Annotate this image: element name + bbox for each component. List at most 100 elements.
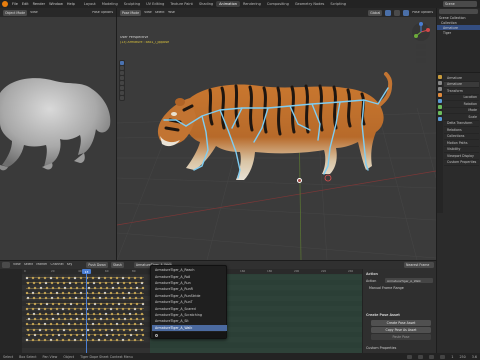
snap-toggle[interactable] [385,9,392,16]
action-option[interactable]: ArmatureTiger_A_Roll [152,273,227,279]
data-tab-icon[interactable] [438,105,442,109]
physics-tab-icon[interactable] [438,117,442,121]
left-mode-label: Object Mode [5,10,26,15]
action-option[interactable]: ArmatureTiger_A_Sit [152,318,227,324]
measure-tool-icon[interactable] [120,96,124,100]
outliner-row-label: Tiger [443,30,452,35]
hold-bar [26,298,144,299]
tab-scripting[interactable]: Scripting [327,1,349,7]
play-reverse-icon[interactable] [418,354,424,359]
action-option[interactable]: ArmatureTiger_A_Run [152,280,227,286]
left-mode-menu[interactable]: Object Mode [3,9,28,16]
render-tab-icon[interactable] [438,81,442,85]
menu-help[interactable]: Help [65,2,77,6]
action-search-input[interactable] [153,332,226,338]
create-pose-asset-button[interactable]: Create Pose Asset [371,320,431,326]
tiger-armature-model[interactable] [150,70,395,190]
tab-sculpting[interactable]: Sculpting [121,1,143,7]
camera-viewport[interactable]: Object Mode View Pose Options [0,8,116,260]
end-frame[interactable]: 250 [459,355,465,359]
tab-shading[interactable]: Shading [196,1,216,7]
shading-material-button[interactable] [403,9,410,16]
stash-label: Stash [112,263,122,267]
left-viewport-header: Object Mode View Pose Options [0,8,116,17]
scale-tool-icon[interactable] [120,81,124,85]
scene-selector[interactable]: Scene [443,1,477,7]
stash-button[interactable]: Stash [110,262,124,268]
play-icon[interactable] [429,354,435,359]
tab-uv-editing[interactable]: UV Editing [143,1,167,7]
hold-bar [26,277,144,278]
status-bar: Select Box Select Pan View Object Tiger … [0,353,480,360]
playhead[interactable] [86,269,87,353]
select-tool-icon[interactable] [120,61,124,65]
outliner-panel: Scene Collection Collection Armature Tig… [437,8,480,72]
ds-key-menu[interactable]: Key [67,263,73,266]
constraints-tab-icon[interactable] [438,99,442,103]
action-option[interactable]: ArmatureTiger_A_Reach [152,267,227,273]
output-tab-icon[interactable] [438,87,442,91]
paste-pose-button[interactable]: Paste Pose [371,334,431,340]
action-option[interactable]: ArmatureTiger_A_RunT [152,299,227,305]
ds-channel-menu[interactable]: Channel [50,263,63,266]
current-frame-indicator[interactable]: 13 [82,269,91,274]
left-pose-options[interactable]: Pose Options [92,11,113,14]
manual-frame-range-checkbox[interactable]: Manual Frame Range [369,286,404,290]
ruler-tick-label: 80 [132,270,136,273]
action-option[interactable]: ArmatureTiger_A_RunR [152,286,227,292]
tab-modeling[interactable]: Modeling [99,1,121,7]
tab-compositing[interactable]: Compositing [264,1,292,7]
action-option[interactable]: ArmatureTiger_A_RunStride [152,293,227,299]
annotate-tool-icon[interactable] [120,91,124,95]
navigation-gizmo[interactable] [409,22,433,64]
action-sidebar: Action Action ArmatureTiger_A_Walk Manua… [362,269,436,353]
tab-layout[interactable]: Layout [81,1,99,7]
view-menu[interactable]: View [144,11,152,14]
tab-texture-paint[interactable]: Texture Paint [167,1,196,7]
pose-menu[interactable]: Pose [168,11,175,14]
action-option[interactable]: ArmatureTiger_A_Scratching [152,312,227,318]
ds-select-menu[interactable]: Select [24,263,34,266]
jump-end-icon[interactable] [440,354,446,359]
jump-start-icon[interactable] [407,354,413,359]
tool-tab-icon[interactable] [438,75,442,79]
pose-mode-menu[interactable]: Pose Mode [120,9,142,16]
action-name-field[interactable]: ArmatureTiger_A_Walk [385,278,433,283]
tab-rendering[interactable]: Rendering [240,1,264,7]
move-tool-icon[interactable] [120,71,124,75]
ds-marker-menu[interactable]: Marker [36,263,47,266]
blender-logo-icon[interactable] [2,1,8,7]
section-custom-properties[interactable]: Custom Properties [444,160,479,166]
bone-tab-icon[interactable] [438,111,442,115]
action-option[interactable]: ArmatureTiger_A_Walk [152,324,227,331]
outliner-row-tiger[interactable]: Tiger [437,30,480,35]
channel-list[interactable] [0,269,22,353]
menu-render[interactable]: Render [31,2,47,6]
left-view-menu[interactable]: View [30,11,38,14]
outliner-row-label: Armature [443,25,458,30]
custom-properties-section[interactable]: Custom Properties [366,346,396,350]
start-frame[interactable]: 1 [451,355,453,359]
menu-file[interactable]: File [10,2,20,6]
rotate-tool-icon[interactable] [120,76,124,80]
editor-type-icon[interactable] [2,262,10,268]
action-option[interactable]: ArmatureTiger_A_Scared [152,305,227,311]
ds-view-menu[interactable]: View [13,263,21,266]
menu-edit[interactable]: Edit [20,2,31,6]
object-tab-icon[interactable] [438,93,442,97]
shading-solid-button[interactable] [394,9,401,16]
tab-animation[interactable]: Animation [216,1,240,7]
tab-geometry-nodes[interactable]: Geometry Nodes [292,1,328,7]
cursor-tool-icon[interactable] [120,66,124,70]
push-down-button[interactable]: Push Down [86,262,108,268]
transform-orientation[interactable]: Global [368,9,383,16]
menu-window[interactable]: Window [47,2,65,6]
select-menu[interactable]: Select [155,11,165,14]
version-label: 3.6 [471,354,477,359]
copy-pose-as-asset-button[interactable]: Copy Pose As Asset [371,327,431,333]
pose-options[interactable]: Pose Options [412,11,433,14]
transform-tool-icon[interactable] [120,86,124,90]
keying-dropdown[interactable]: Nearest Frame [404,262,434,268]
hold-bar [26,318,144,320]
main-3d-viewport[interactable]: Pose Mode View Select Pose Global Pose O… [117,8,436,260]
